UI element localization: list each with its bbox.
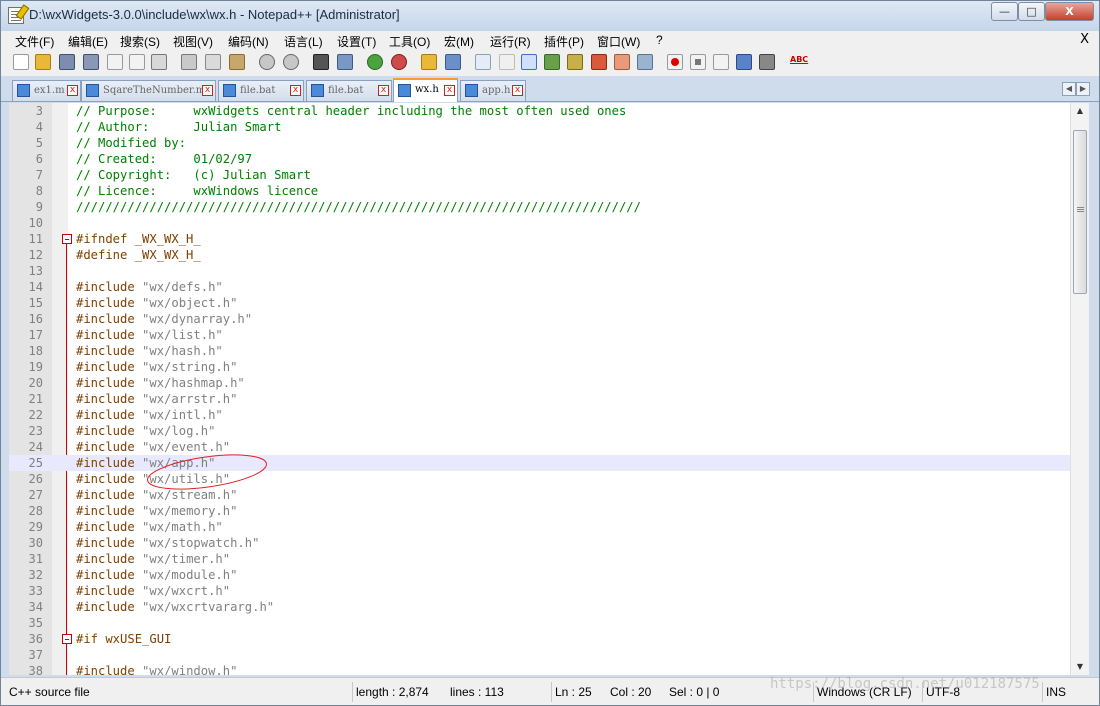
menu-file[interactable]: 文件(F)	[15, 33, 54, 50]
save-all-icon[interactable]	[83, 54, 99, 70]
spellcheck-icon[interactable]: ABC	[790, 54, 810, 70]
undo-icon[interactable]	[259, 54, 275, 70]
tab-file-bat-2[interactable]: file.bat x	[306, 80, 392, 101]
indent-guide-icon[interactable]	[521, 54, 537, 70]
menu-encoding[interactable]: 编码(N)	[228, 33, 269, 50]
replace-icon[interactable]	[337, 54, 353, 70]
record-macro-icon[interactable]	[667, 54, 683, 70]
annotation-overlay	[147, 454, 267, 490]
tab-label: wx.h	[415, 84, 439, 95]
file-icon	[465, 84, 478, 97]
all-chars-icon[interactable]	[499, 54, 515, 70]
sync-v-icon[interactable]	[421, 54, 437, 70]
close-document-button[interactable]: X	[1080, 32, 1089, 47]
watermark: https://blog.csdn.net/u012187575	[770, 676, 1040, 692]
doc-map-icon[interactable]	[567, 54, 583, 70]
new-icon[interactable]	[13, 54, 29, 70]
file-icon	[17, 84, 30, 97]
tab-close-icon[interactable]: x	[378, 85, 389, 96]
tab-app-h[interactable]: app.h x	[460, 80, 526, 101]
play-macro-icon[interactable]	[713, 54, 729, 70]
status-lines: lines : 113	[450, 685, 504, 699]
tab-wx-h[interactable]: wx.h x	[393, 78, 458, 102]
scroll-up-button[interactable]: ▲	[1072, 103, 1088, 119]
file-icon	[86, 84, 99, 97]
menu-edit[interactable]: 编辑(E)	[68, 33, 108, 50]
copy-icon[interactable]	[205, 54, 221, 70]
file-icon	[223, 84, 236, 97]
menu-language[interactable]: 语言(L)	[284, 33, 323, 50]
zoom-out-icon[interactable]	[391, 54, 407, 70]
word-wrap-icon[interactable]	[475, 54, 491, 70]
run-multiple-icon[interactable]	[736, 54, 752, 70]
find-icon[interactable]	[313, 54, 329, 70]
menu-plugins[interactable]: 插件(P)	[544, 33, 584, 50]
maximize-button[interactable]: □	[1018, 2, 1045, 21]
sync-h-icon[interactable]	[445, 54, 461, 70]
notepadpp-icon[interactable]	[8, 7, 24, 24]
close-all-icon[interactable]	[129, 54, 145, 70]
status-file-type: C++ source file	[9, 685, 90, 699]
cut-icon[interactable]	[181, 54, 197, 70]
scroll-down-button[interactable]: ▼	[1072, 659, 1088, 675]
tab-close-icon[interactable]: x	[202, 85, 213, 96]
title-bar[interactable]: D:\wxWidgets-3.0.0\include\wx\wx.h - Not…	[1, 1, 1099, 31]
tab-ex1[interactable]: ex1.m x	[12, 80, 81, 101]
menu-settings[interactable]: 设置(T)	[337, 33, 376, 50]
stop-macro-icon[interactable]	[690, 54, 706, 70]
tab-scroll-right-button[interactable]: ▶	[1076, 82, 1090, 96]
monitor-icon[interactable]	[637, 54, 653, 70]
menu-bar: 文件(F) 编辑(E) 搜索(S) 视图(V) 编码(N) 语言(L) 设置(T…	[1, 31, 1099, 50]
toolbar: ABC	[1, 50, 1099, 76]
tab-label: ex1.m	[34, 85, 65, 96]
tab-label: file.bat	[240, 85, 276, 96]
zoom-in-icon[interactable]	[367, 54, 383, 70]
status-insert-mode: INS	[1042, 682, 1066, 702]
tab-scroll-left-button[interactable]: ◀	[1062, 82, 1076, 96]
file-icon	[398, 84, 411, 97]
function-list-icon[interactable]	[591, 54, 607, 70]
tab-sqarethenumber[interactable]: SqareTheNumber.m x	[81, 80, 216, 101]
menu-search[interactable]: 搜索(S)	[120, 33, 160, 50]
redo-icon[interactable]	[283, 54, 299, 70]
tab-close-icon[interactable]: x	[290, 85, 301, 96]
tab-close-icon[interactable]: x	[444, 85, 455, 96]
tab-close-icon[interactable]: x	[67, 85, 78, 96]
status-ln: Ln : 25	[551, 682, 592, 702]
grip-icon	[1077, 207, 1084, 208]
tab-label: SqareTheNumber.m	[103, 85, 206, 96]
close-icon[interactable]	[107, 54, 123, 70]
file-icon	[311, 84, 324, 97]
folder-icon[interactable]	[614, 54, 630, 70]
udl-icon[interactable]	[544, 54, 560, 70]
code-editor[interactable]: 3// Purpose: wxWidgets central header in…	[9, 103, 1089, 675]
vertical-scrollbar[interactable]: ▲ ▼	[1070, 103, 1089, 675]
notepadpp-window: D:\wxWidgets-3.0.0\include\wx\wx.h - Not…	[0, 0, 1100, 706]
tab-bar: ex1.m x SqareTheNumber.m x file.bat x fi…	[1, 76, 1099, 102]
menu-help[interactable]: ?	[656, 33, 663, 47]
menu-run[interactable]: 运行(R)	[490, 33, 531, 50]
minimize-button[interactable]: —	[991, 2, 1018, 21]
open-icon[interactable]	[35, 54, 51, 70]
save-icon[interactable]	[59, 54, 75, 70]
menu-tools[interactable]: 工具(O)	[389, 33, 430, 50]
menu-window[interactable]: 窗口(W)	[597, 33, 640, 50]
print-icon[interactable]	[151, 54, 167, 70]
paste-icon[interactable]	[229, 54, 245, 70]
window-title: D:\wxWidgets-3.0.0\include\wx\wx.h - Not…	[29, 7, 400, 22]
status-length: length : 2,874	[352, 682, 429, 702]
red-circle-annotation	[147, 454, 267, 490]
tab-file-bat-1[interactable]: file.bat x	[218, 80, 304, 101]
status-sel: Sel : 0 | 0	[669, 685, 720, 699]
menu-macro[interactable]: 宏(M)	[444, 33, 474, 50]
close-button[interactable]: X	[1045, 2, 1094, 21]
status-col: Col : 20	[610, 685, 652, 699]
save-macro-icon[interactable]	[759, 54, 775, 70]
menu-view[interactable]: 视图(V)	[173, 33, 213, 50]
scrollbar-thumb[interactable]	[1073, 130, 1087, 294]
tab-close-icon[interactable]: x	[512, 85, 523, 96]
tab-label: app.h	[482, 85, 511, 96]
tab-label: file.bat	[328, 85, 364, 96]
